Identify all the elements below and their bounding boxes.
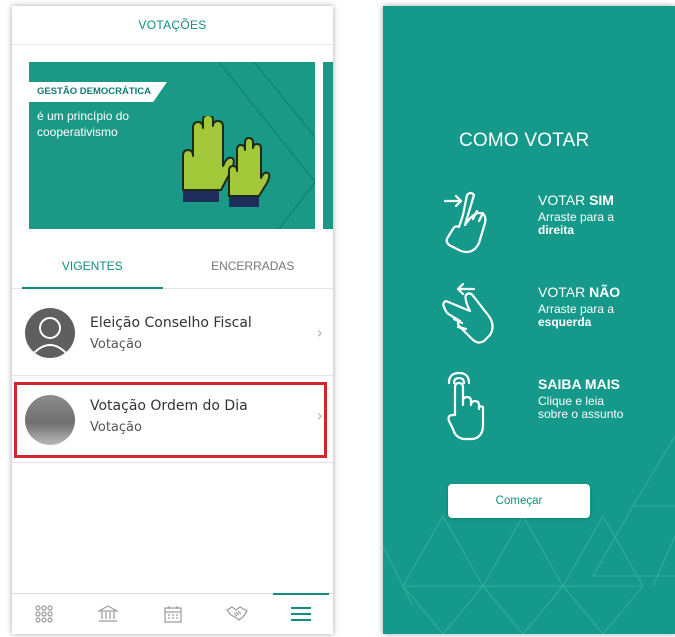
start-button[interactable]: Começar xyxy=(448,484,590,518)
instruction-text-bold: esquerda xyxy=(538,315,592,329)
screen-title: COMO VOTAR xyxy=(459,130,590,151)
item-subtitle: Votação xyxy=(90,337,142,352)
bottom-nav xyxy=(12,593,333,634)
chevron-right-icon: › xyxy=(316,323,323,342)
tap-icon xyxy=(447,371,485,441)
instruction-text: Arraste para a xyxy=(538,302,615,316)
instruction-heading: VOTAR xyxy=(538,192,590,208)
calendar-icon[interactable] xyxy=(140,594,204,634)
triangle-pattern xyxy=(383,436,675,634)
chevron-right-icon: › xyxy=(316,406,323,425)
instruction-heading-bold: SAIBA MAIS xyxy=(538,376,620,392)
menu-icon[interactable] xyxy=(269,593,333,634)
item-subtitle: Votação xyxy=(90,420,142,435)
page-title: VOTAÇÕES xyxy=(12,6,333,45)
promo-banner[interactable]: GESTÃO DEMOCRÁTICA é um princípio do coo… xyxy=(29,62,315,229)
instruction-heading: VOTAR xyxy=(538,284,590,300)
photo-thumbnail xyxy=(25,395,75,445)
next-banner-peek[interactable] xyxy=(323,62,333,229)
apps-grid-icon[interactable] xyxy=(12,594,76,634)
swipe-left-icon xyxy=(442,283,494,344)
item-title: Eleição Conselho Fiscal xyxy=(90,315,252,331)
como-votar-screen: COMO VOTAR VOTAR SIM Arraste para a direi… xyxy=(383,6,675,634)
tab-vigentes[interactable]: VIGENTES xyxy=(12,244,173,289)
instruction-saiba-mais: SAIBA MAIS Clique e leia sobre o assunto xyxy=(538,376,623,421)
instruction-text: sobre o assunto xyxy=(538,407,624,421)
instruction-heading-bold: NÃO xyxy=(589,284,621,300)
votacoes-screen: VOTAÇÕES GESTÃO DEMOCRÁTICA é um princíp… xyxy=(12,6,333,634)
item-title: Votação Ordem do Dia xyxy=(90,398,248,414)
user-placeholder-icon xyxy=(25,308,75,358)
instruction-text: Arraste para a xyxy=(538,210,615,224)
instruction-votar-sim: VOTAR SIM Arraste para a direita xyxy=(538,192,614,237)
banner-subtitle: é um princípio do cooperativismo xyxy=(37,109,130,139)
raised-hands-icon xyxy=(182,116,271,207)
bank-icon[interactable] xyxy=(76,594,140,634)
list-item[interactable]: Eleição Conselho Fiscal Votação › xyxy=(12,289,333,376)
banner-tag: GESTÃO DEMOCRÁTICA xyxy=(29,82,167,102)
instruction-votar-nao: VOTAR NÃO Arraste para a esquerda xyxy=(538,284,620,329)
tab-bar: VIGENTES ENCERRADAS xyxy=(12,244,333,289)
tab-encerradas[interactable]: ENCERRADAS xyxy=(173,244,334,288)
handshake-icon[interactable] xyxy=(205,594,269,634)
swipe-right-icon xyxy=(443,191,487,254)
instruction-text-bold: direita xyxy=(538,223,575,237)
list-item[interactable]: Votação Ordem do Dia Votação › xyxy=(12,376,333,463)
instruction-heading-bold: SIM xyxy=(589,192,614,208)
instruction-text: Clique e leia xyxy=(538,394,605,408)
